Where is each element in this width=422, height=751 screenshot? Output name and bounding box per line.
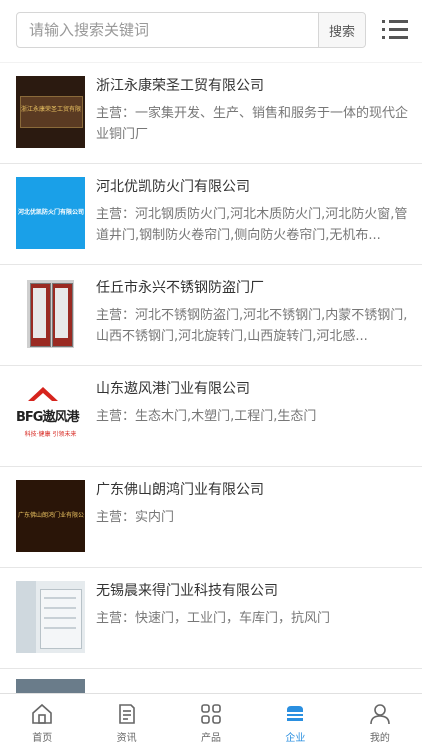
tab-label: 我的 [369, 733, 390, 744]
company-item[interactable]: BFG遨风港 科技·健康 引领未来 山东遨风港门业有限公司 主营：生态木门,木塑… [0, 366, 422, 467]
company-icon [287, 706, 304, 721]
top-bar: 搜索 [0, 0, 422, 62]
tab-label: 资讯 [116, 733, 137, 744]
company-desc: 主营：河北不锈钢防盗门,河北不锈钢门,内蒙不锈钢门,山西不锈钢门,河北旋转门,山… [96, 308, 408, 344]
grid-icon [201, 704, 221, 724]
thumbnail-text: 河北优凯防火门有限公司 [18, 209, 84, 216]
tab-mine[interactable]: 我的 [338, 694, 422, 751]
company-name[interactable]: 河北优凯防火门有限公司 [96, 176, 250, 196]
company-item[interactable]: 河北优凯防火门有限公司 河北优凯防火门有限公司 主营：河北钢质防火门,河北木质防… [0, 164, 422, 265]
news-icon [118, 704, 135, 724]
search-box: 搜索 [16, 12, 366, 48]
company-item[interactable]: 无锡晨来得门业科技有限公司 主营：快速门，工业门，车库门，抗风门 [0, 568, 422, 669]
search-input[interactable] [17, 13, 319, 47]
company-name[interactable]: 无锡晨来得门业科技有限公司 [96, 580, 278, 600]
tab-label: 首页 [32, 733, 53, 744]
company-name[interactable]: 浙江永康荣圣工贸有限公司 [96, 75, 264, 95]
company-name[interactable]: 山东遨风港门业有限公司 [96, 378, 250, 398]
search-button[interactable]: 搜索 [318, 13, 365, 47]
company-item[interactable]: 浙江永康荣圣工贸有限公司 浙江永康荣圣工贸有限公司 主营：一家集开发、生产、销售… [0, 63, 422, 164]
logo-text: BFG遨风港 [16, 410, 79, 425]
company-desc: 主营：快速门，工业门，车库门，抗风门 [96, 611, 331, 626]
thumbnail-text: 广东佛山朗鸿门业有限公司 [18, 512, 84, 519]
home-icon [32, 703, 53, 724]
company-thumbnail: 广东佛山朗鸿门业有限公司 [16, 480, 85, 552]
roof-icon [28, 387, 58, 401]
company-thumbnail: 浙江永康荣圣工贸有限公司 [16, 76, 85, 148]
company-logo: BFG遨风港 科技·健康 引领未来 [16, 379, 85, 451]
tab-home[interactable]: 首页 [0, 694, 84, 751]
tab-company[interactable]: 企业 [253, 694, 337, 751]
company-list: 浙江永康荣圣工贸有限公司 浙江永康荣圣工贸有限公司 主营：一家集开发、生产、销售… [0, 63, 422, 699]
company-name[interactable]: 广东佛山朗鸿门业有限公司 [96, 479, 264, 499]
company-item[interactable]: 任丘市永兴不锈钢防盗门厂 主营：河北不锈钢防盗门,河北不锈钢门,内蒙不锈钢门,山… [0, 265, 422, 366]
company-desc: 主营：河北钢质防火门,河北木质防火门,河北防火窗,管道井门,钢制防火卷帘门,侧向… [96, 207, 408, 243]
company-desc: 主营：实内门 [96, 510, 175, 525]
company-desc: 主营：一家集开发、生产、销售和服务于一体的现代企业铜门厂 [96, 106, 409, 142]
tab-news[interactable]: 资讯 [84, 694, 168, 751]
company-thumbnail [16, 581, 85, 653]
company-thumbnail: 河北优凯防火门有限公司 [16, 177, 85, 249]
tab-label: 产品 [201, 733, 222, 744]
company-item[interactable]: 广东佛山朗鸿门业有限公司 广东佛山朗鸿门业有限公司 主营：实内门 [0, 467, 422, 568]
bottom-tab-bar: 首页 资讯 产品 企业 我的 [0, 693, 422, 751]
logo-slogan: 科技·健康 引领未来 [24, 431, 77, 438]
company-desc: 主营：生态木门,木塑门,工程门,生态门 [96, 409, 317, 424]
user-icon [370, 704, 390, 725]
tab-label: 企业 [285, 733, 306, 744]
thumbnail-text: 浙江永康荣圣工贸有限公司 [21, 106, 81, 113]
tab-products[interactable]: 产品 [169, 694, 253, 751]
company-thumbnail [16, 278, 85, 350]
menu-icon[interactable] [382, 19, 408, 41]
company-name[interactable]: 任丘市永兴不锈钢防盗门厂 [96, 277, 264, 297]
